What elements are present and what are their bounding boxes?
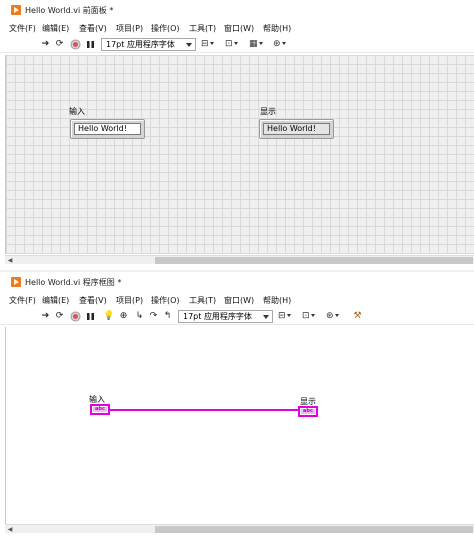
menu-project[interactable]: 项目(P) xyxy=(116,295,143,306)
highlight-execution-icon[interactable]: 💡 xyxy=(103,311,114,322)
font-select[interactable]: 17pt 应用程序字体 xyxy=(101,38,196,51)
pause-icon[interactable] xyxy=(85,311,96,322)
indicator-label[interactable]: 显示 xyxy=(260,106,276,117)
block-diagram-toolbar: ➔ ⟳ 💡 ⊕ ↳ ↷ ↰ 17pt 应用程序字体 ⊟ ⊡ ⊛ ⚒ xyxy=(0,308,474,325)
scroll-thumb[interactable] xyxy=(155,526,473,533)
menu-bar: 文件(F) 编辑(E) 查看(V) 项目(P) 操作(O) 工具(T) 窗口(W… xyxy=(0,20,474,35)
scroll-thumb[interactable] xyxy=(155,257,473,264)
reorder-icon[interactable]: ⊛ xyxy=(273,38,286,51)
string-indicator-display: Hello World! xyxy=(263,123,330,135)
string-indicator[interactable]: Hello World! xyxy=(259,119,334,139)
step-into-icon[interactable]: ↳ xyxy=(134,311,145,322)
string-control-input[interactable]: Hello World! xyxy=(74,123,141,135)
run-arrow-icon[interactable]: ➔ xyxy=(40,39,51,50)
distribute-objects-icon[interactable]: ⊡ xyxy=(225,38,238,51)
align-objects-icon[interactable]: ⊟ xyxy=(201,38,214,51)
run-arrow-icon[interactable]: ➔ xyxy=(40,311,51,322)
menu-edit[interactable]: 编辑(E) xyxy=(42,295,69,306)
block-diagram-canvas[interactable]: 输入 abc 显示 abc xyxy=(5,327,474,524)
menu-operate[interactable]: 操作(O) xyxy=(151,23,180,34)
menu-help[interactable]: 帮助(H) xyxy=(263,23,291,34)
menu-file[interactable]: 文件(F) xyxy=(9,295,36,306)
block-diagram-window: Hello World.vi 程序框图 * 文件(F) 编辑(E) 查看(V) … xyxy=(0,272,474,537)
run-continuously-icon[interactable]: ⟳ xyxy=(54,39,65,50)
menu-window[interactable]: 窗口(W) xyxy=(224,23,254,34)
scroll-left-icon[interactable]: ◀ xyxy=(6,257,14,264)
menu-window[interactable]: 窗口(W) xyxy=(224,295,254,306)
chevron-down-icon xyxy=(186,43,192,47)
labview-app-icon xyxy=(11,277,21,287)
window-title: Hello World.vi 前面板 * xyxy=(25,6,114,15)
abort-icon[interactable] xyxy=(70,311,81,322)
abort-icon[interactable] xyxy=(70,39,81,50)
resize-objects-icon[interactable]: ▦ xyxy=(249,38,263,51)
menu-project[interactable]: 项目(P) xyxy=(116,23,143,34)
labview-app-icon xyxy=(11,5,21,15)
window-title: Hello World.vi 程序框图 * xyxy=(25,278,122,287)
distribute-objects-icon[interactable]: ⊡ xyxy=(302,310,315,323)
string-control[interactable]: Hello World! xyxy=(70,119,145,139)
font-select[interactable]: 17pt 应用程序字体 xyxy=(178,310,273,323)
menu-view[interactable]: 查看(V) xyxy=(79,295,107,306)
clean-up-diagram-icon[interactable]: ⚒ xyxy=(352,311,363,322)
menu-file[interactable]: 文件(F) xyxy=(9,23,36,34)
menu-tools[interactable]: 工具(T) xyxy=(189,23,216,34)
reorder-icon[interactable]: ⊛ xyxy=(326,310,339,323)
string-wire[interactable] xyxy=(110,409,298,411)
front-panel-hscroll[interactable]: ◀ xyxy=(5,255,474,264)
run-continuously-icon[interactable]: ⟳ xyxy=(54,311,65,322)
block-diagram-hscroll[interactable]: ◀ xyxy=(5,524,474,533)
scroll-left-icon[interactable]: ◀ xyxy=(6,526,14,533)
menu-help[interactable]: 帮助(H) xyxy=(263,295,291,306)
font-select-value: 17pt 应用程序字体 xyxy=(106,40,175,49)
menu-edit[interactable]: 编辑(E) xyxy=(42,23,69,34)
front-panel-titlebar: Hello World.vi 前面板 * xyxy=(0,0,474,20)
pause-icon[interactable] xyxy=(85,39,96,50)
string-indicator-terminal[interactable]: abc xyxy=(298,406,318,417)
menu-bar: 文件(F) 编辑(E) 查看(V) 项目(P) 操作(O) 工具(T) 窗口(W… xyxy=(0,292,474,307)
front-panel-canvas[interactable]: 输入 Hello World! 显示 Hello World! xyxy=(5,55,474,254)
menu-view[interactable]: 查看(V) xyxy=(79,23,107,34)
string-control-terminal[interactable]: abc xyxy=(90,404,110,415)
menu-operate[interactable]: 操作(O) xyxy=(151,295,180,306)
retain-wire-values-icon[interactable]: ⊕ xyxy=(118,311,129,322)
align-objects-icon[interactable]: ⊟ xyxy=(278,310,291,323)
block-diagram-titlebar: Hello World.vi 程序框图 * xyxy=(0,272,474,292)
step-out-icon[interactable]: ↰ xyxy=(162,311,173,322)
chevron-down-icon xyxy=(263,315,269,319)
string-type-icon: abc xyxy=(93,407,107,412)
step-over-icon[interactable]: ↷ xyxy=(148,311,159,322)
string-type-icon: abc xyxy=(301,409,315,414)
menu-tools[interactable]: 工具(T) xyxy=(189,295,216,306)
front-panel-window: Hello World.vi 前面板 * 文件(F) 编辑(E) 查看(V) 项… xyxy=(0,0,474,270)
control-label[interactable]: 输入 xyxy=(69,106,85,117)
font-select-value: 17pt 应用程序字体 xyxy=(183,312,252,321)
front-panel-toolbar: ➔ ⟳ 17pt 应用程序字体 ⊟ ⊡ ▦ ⊛ xyxy=(0,36,474,53)
